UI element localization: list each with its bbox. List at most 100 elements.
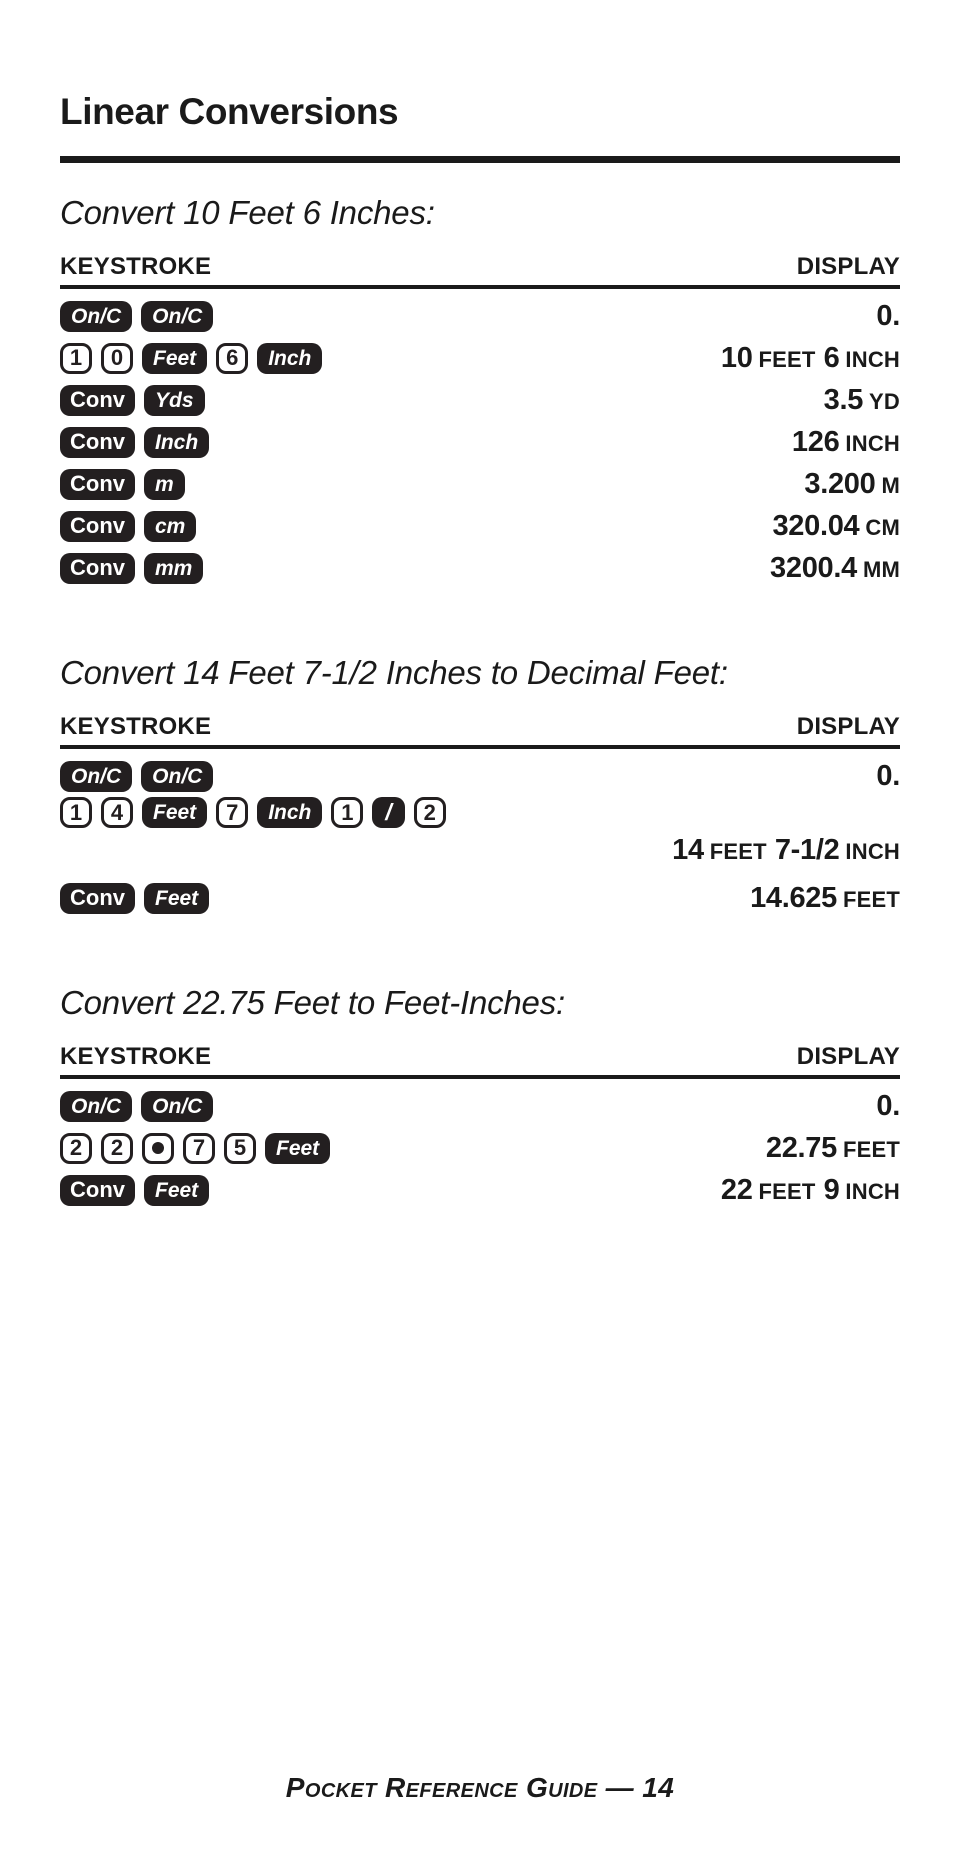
display-number: 0. — [876, 299, 900, 332]
number-key-7[interactable]: 7 — [183, 1132, 215, 1164]
display-number: 9 — [823, 1173, 840, 1206]
number-key-2[interactable]: 2 — [101, 1132, 133, 1164]
function-key-conv[interactable]: Conv — [60, 510, 135, 542]
display-value: 10 FEET 6 INCH — [322, 342, 900, 375]
column-header-divider — [60, 1075, 900, 1080]
function-key-mm[interactable]: mm — [144, 552, 204, 584]
function-key-onc[interactable]: On/C — [141, 1090, 214, 1122]
display-value: 22.75 FEET — [330, 1132, 900, 1165]
function-key-conv[interactable]: Conv — [60, 468, 135, 500]
keystroke-sequence: Conv Feet — [60, 882, 210, 914]
function-key-inch[interactable]: Inch — [144, 426, 210, 458]
display-unit: FEET — [758, 1178, 816, 1204]
display-value: 320.04 CM — [196, 510, 900, 543]
function-key-yds[interactable]: Yds — [144, 384, 205, 416]
table-row: On/C On/C 0. — [60, 295, 900, 337]
table-row: Conv Yds 3.5 YD — [60, 379, 900, 421]
function-key-onc[interactable]: On/C — [60, 1090, 133, 1122]
column-header-keystroke: KEYSTROKE — [60, 713, 212, 741]
keystroke-sequence: On/C On/C — [60, 300, 214, 332]
keystroke-sequence: Conv cm — [60, 510, 197, 542]
function-key-conv[interactable]: Conv — [60, 384, 135, 416]
display-unit: FEET — [842, 1136, 900, 1162]
function-key-onc[interactable]: On/C — [60, 760, 133, 792]
function-key-feet[interactable]: Feet — [142, 797, 208, 829]
section-heading: Convert 10 Feet 6 Inches: — [60, 194, 435, 232]
function-key-conv[interactable]: Conv — [60, 882, 135, 914]
display-number: 3200.4 — [770, 551, 857, 584]
keystroke-sequence: Conv Inch — [60, 426, 210, 458]
function-key-m[interactable]: m — [144, 468, 185, 500]
function-key-inch[interactable]: Inch — [257, 797, 323, 829]
display-number: 14.625 — [750, 881, 837, 914]
section-heading: Convert 22.75 Feet to Feet-Inches: — [60, 984, 565, 1022]
function-key-conv[interactable]: Conv — [60, 552, 135, 584]
column-headers: KEYSTROKE DISPLAY — [60, 713, 900, 745]
number-key-6[interactable]: 6 — [216, 342, 249, 374]
display-number: 3.5 — [823, 383, 864, 416]
display-value: 0. — [213, 1090, 900, 1123]
page-title: Linear Conversions — [60, 90, 399, 132]
table-row: On/C On/C 0. — [60, 1085, 900, 1127]
display-value: 22 FEET 9 INCH — [209, 1174, 900, 1207]
display-value: 14 FEET 7-1/2 INCH — [60, 828, 900, 877]
function-key-feet[interactable]: Feet — [144, 882, 210, 914]
number-key-2[interactable]: 2 — [60, 1132, 92, 1164]
function-key-conv[interactable]: Conv — [60, 426, 135, 458]
column-headers: KEYSTROKE DISPLAY — [60, 1043, 900, 1075]
display-number: 126 — [791, 425, 840, 458]
function-key-feet[interactable]: Feet — [144, 1174, 210, 1206]
function-key-conv[interactable]: Conv — [60, 1174, 135, 1206]
function-key-feet[interactable]: Feet — [265, 1132, 331, 1164]
keystroke-sequence: 1 0 Feet 6 Inch — [60, 342, 323, 374]
number-key-1[interactable]: 1 — [331, 797, 364, 829]
table-row: On/C On/C 0. — [60, 755, 900, 797]
column-header-display: DISPLAY — [796, 713, 900, 741]
number-key-4[interactable]: 4 — [101, 797, 133, 829]
number-key-7[interactable]: 7 — [216, 797, 249, 829]
sections-container: Convert 10 Feet 6 Inches: KEYSTROKE DISPLA… — [60, 191, 900, 1211]
display-unit: YD — [869, 388, 900, 414]
column-header-display: DISPLAY — [796, 1043, 900, 1071]
number-key-0[interactable]: 0 — [101, 342, 133, 374]
display-value: 14.625 FEET — [209, 882, 900, 915]
column-header-divider — [60, 285, 900, 290]
display-unit: FEET — [709, 839, 767, 865]
number-key-1[interactable]: 1 — [60, 342, 92, 374]
function-key-cm[interactable]: cm — [144, 510, 197, 542]
display-value: 126 INCH — [209, 426, 900, 459]
number-key-5[interactable]: 5 — [224, 1132, 256, 1164]
display-number: 6 — [823, 341, 840, 374]
display-number: 0. — [876, 1089, 900, 1122]
title-divider — [60, 156, 900, 164]
function-key-onc[interactable]: On/C — [141, 300, 214, 332]
function-key-feet[interactable]: Feet — [142, 342, 208, 374]
divide-key-[interactable]: / — [372, 797, 405, 829]
keystroke-sequence: 1 4 Feet 7 Inch 1/2 — [60, 797, 900, 829]
keystroke-sequence: Conv Yds — [60, 384, 205, 416]
keystroke-sequence: On/C On/C — [60, 1090, 214, 1122]
table-row: Conv Feet 22 FEET 9 INCH — [60, 1169, 900, 1211]
display-value: 3.5 YD — [205, 384, 900, 417]
display-unit: MM — [862, 556, 900, 582]
display-value: 3.200 M — [185, 468, 900, 501]
display-number: 7-1/2 — [774, 834, 840, 867]
display-number: 320.04 — [772, 509, 860, 542]
function-key-onc[interactable]: On/C — [141, 760, 214, 792]
function-key-inch[interactable]: Inch — [257, 342, 323, 374]
keystroke-sequence: Conv mm — [60, 552, 204, 584]
table-row: Conv mm 3200.4 MM — [60, 547, 900, 589]
table-row: Conv m 3.200 M — [60, 463, 900, 505]
display-number: 22.75 — [765, 1131, 837, 1164]
display-value: 0. — [213, 760, 900, 793]
number-key-2[interactable]: 2 — [413, 797, 446, 829]
number-key-1[interactable]: 1 — [60, 797, 92, 829]
display-number: 22 — [720, 1173, 753, 1206]
table-row: Conv Feet 14.625 FEET — [60, 877, 900, 919]
decimal-point-key-[interactable]: • — [142, 1132, 174, 1164]
function-key-onc[interactable]: On/C — [60, 300, 133, 332]
display-unit: INCH — [845, 1178, 900, 1204]
display-unit: INCH — [845, 430, 900, 456]
